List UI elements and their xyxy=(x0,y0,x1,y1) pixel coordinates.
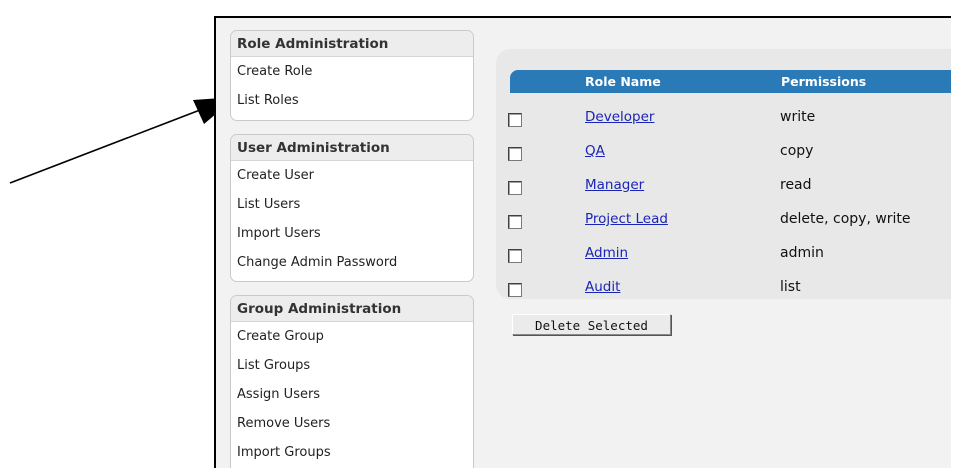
sidebar-item-remove-users[interactable]: Remove Users xyxy=(231,409,473,438)
role-link-admin[interactable]: Admin xyxy=(585,245,628,261)
role-link-developer[interactable]: Developer xyxy=(585,109,654,125)
sidebar-item-list-users[interactable]: List Users xyxy=(231,190,473,219)
role-permissions: copy xyxy=(780,143,814,159)
role-permissions: delete, copy, write xyxy=(780,211,911,227)
panel-title: User Administration xyxy=(231,135,473,161)
table-row: Audit list xyxy=(496,279,951,313)
group-administration-panel: Group Administration Create Group List G… xyxy=(230,295,474,468)
roles-table-panel: Role Name Permissions Developer write QA… xyxy=(496,49,951,299)
sidebar-item-create-group[interactable]: Create Group xyxy=(231,322,473,351)
column-header-role-name: Role Name xyxy=(585,74,661,89)
sidebar-item-create-user[interactable]: Create User xyxy=(231,161,473,190)
role-link-manager[interactable]: Manager xyxy=(585,177,644,193)
sidebar-item-import-users[interactable]: Import Users xyxy=(231,219,473,248)
app-window: Role Administration Create Role List Rol… xyxy=(214,16,951,468)
panel-title: Group Administration xyxy=(231,296,473,322)
table-row: Project Lead delete, copy, write xyxy=(496,211,951,245)
role-administration-panel: Role Administration Create Role List Rol… xyxy=(230,30,474,121)
table-row: Developer write xyxy=(496,109,951,143)
role-link-qa[interactable]: QA xyxy=(585,143,605,159)
sidebar-item-create-role[interactable]: Create Role xyxy=(231,57,473,86)
row-checkbox[interactable] xyxy=(508,215,522,229)
sidebar-item-list-groups[interactable]: List Groups xyxy=(231,351,473,380)
sidebar-item-list-roles[interactable]: List Roles xyxy=(231,86,473,115)
role-permissions: list xyxy=(780,279,801,295)
row-checkbox[interactable] xyxy=(508,249,522,263)
row-checkbox[interactable] xyxy=(508,147,522,161)
sidebar-item-change-admin-password[interactable]: Change Admin Password xyxy=(231,248,473,277)
table-row: Admin admin xyxy=(496,245,951,279)
table-row: Manager read xyxy=(496,177,951,211)
role-link-project-lead[interactable]: Project Lead xyxy=(585,211,668,227)
delete-selected-button[interactable]: Delete Selected xyxy=(512,314,671,335)
role-permissions: admin xyxy=(780,245,824,261)
role-permissions: write xyxy=(780,109,816,125)
column-header-permissions: Permissions xyxy=(781,74,867,89)
user-administration-panel: User Administration Create User List Use… xyxy=(230,134,474,282)
row-checkbox[interactable] xyxy=(508,113,522,127)
row-checkbox[interactable] xyxy=(508,283,522,297)
role-permissions: read xyxy=(780,177,812,193)
role-link-audit[interactable]: Audit xyxy=(585,279,620,295)
sidebar-item-import-groups[interactable]: Import Groups xyxy=(231,438,473,467)
row-checkbox[interactable] xyxy=(508,181,522,195)
table-header: Role Name Permissions xyxy=(510,70,951,93)
panel-title: Role Administration xyxy=(231,31,473,57)
table-row: QA copy xyxy=(496,143,951,177)
sidebar-item-assign-users[interactable]: Assign Users xyxy=(231,380,473,409)
